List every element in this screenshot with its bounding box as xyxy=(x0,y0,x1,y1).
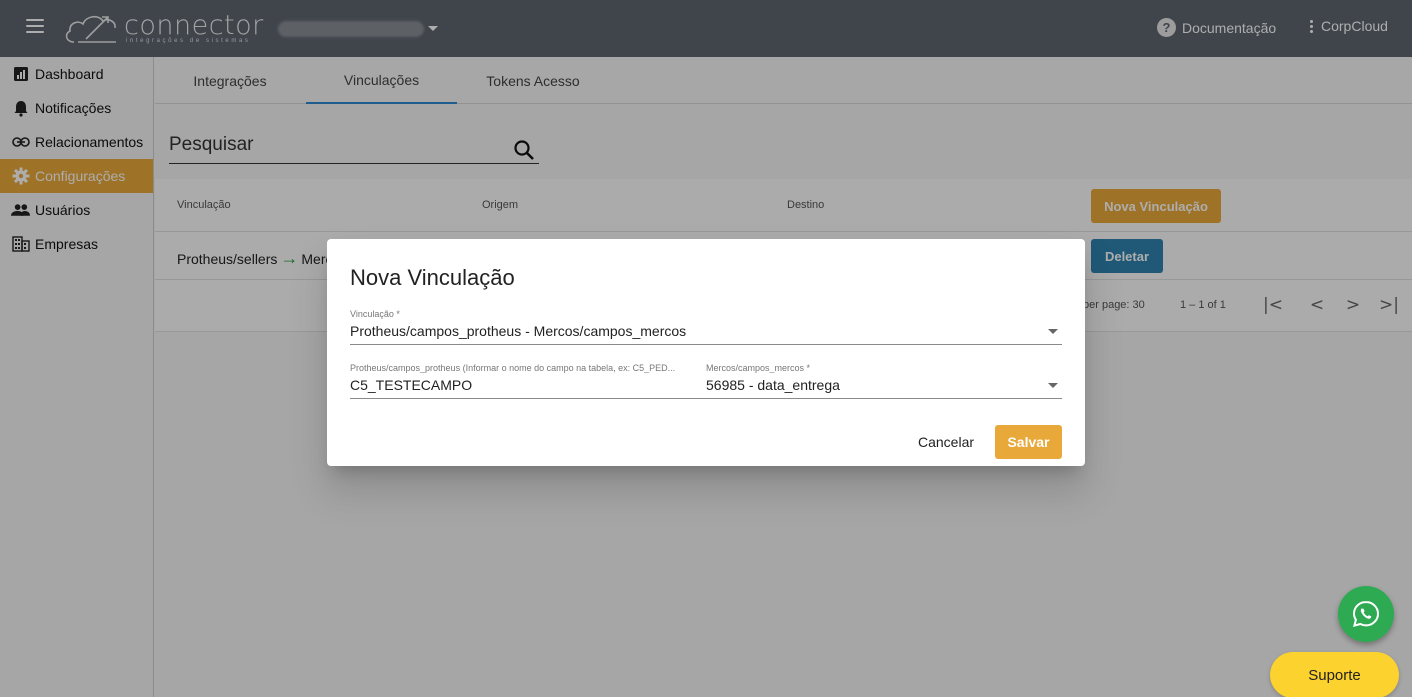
whatsapp-button[interactable] xyxy=(1338,586,1394,642)
origin-field-label: Protheus/campos_protheus (Informar o nom… xyxy=(350,363,676,373)
destination-field-value: 56985 - data_entrega xyxy=(706,377,840,393)
caret-down-icon xyxy=(1048,383,1058,388)
origin-field-value: C5_TESTECAMPO xyxy=(350,377,473,393)
support-button[interactable]: Suporte xyxy=(1270,652,1399,697)
vinculacao-select[interactable]: Vinculação * Protheus/campos_protheus - … xyxy=(350,309,1062,345)
origin-field-input[interactable]: Protheus/campos_protheus (Informar o nom… xyxy=(350,363,702,399)
whatsapp-icon xyxy=(1352,600,1380,628)
new-link-dialog: Nova Vinculação Vinculação * Protheus/ca… xyxy=(327,239,1085,466)
save-button[interactable]: Salvar xyxy=(995,425,1062,459)
dialog-title: Nova Vinculação xyxy=(350,265,515,290)
destination-field-select[interactable]: Mercos/campos_mercos * 56985 - data_entr… xyxy=(702,363,1062,399)
vinculacao-label: Vinculação * xyxy=(350,309,400,319)
cancel-button[interactable]: Cancelar xyxy=(909,425,983,459)
vinculacao-value: Protheus/campos_protheus - Mercos/campos… xyxy=(350,323,687,339)
destination-field-label: Mercos/campos_mercos * xyxy=(706,363,811,373)
caret-down-icon xyxy=(1048,329,1058,334)
